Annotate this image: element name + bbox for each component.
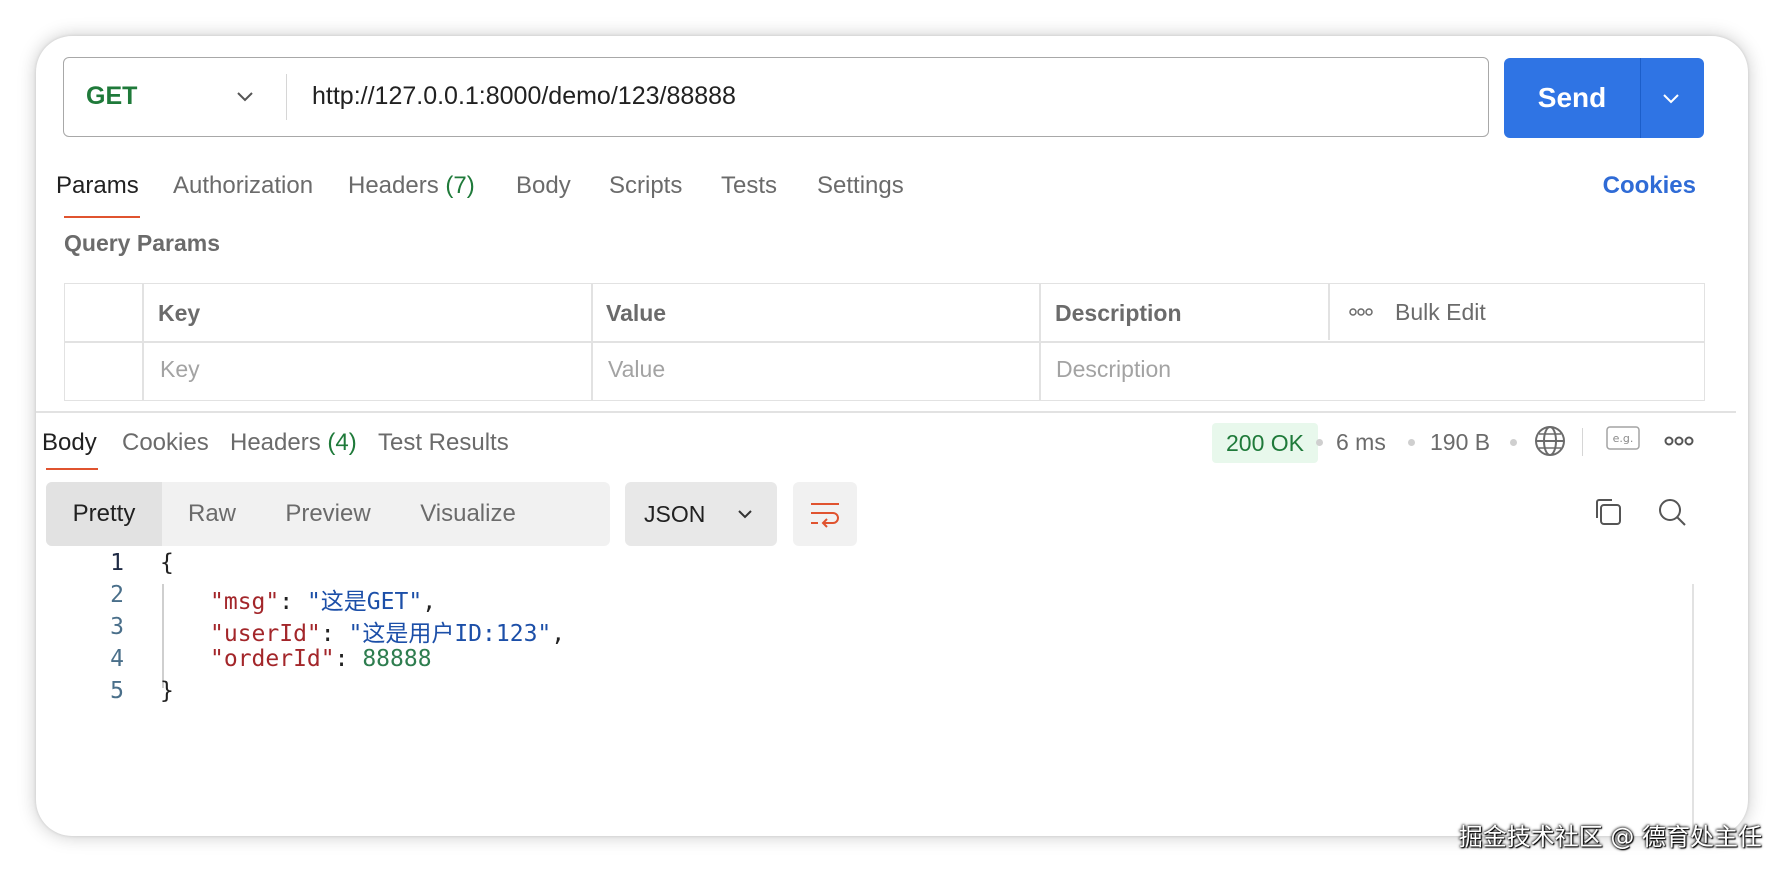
svg-text:e.g.: e.g. xyxy=(1613,432,1634,445)
response-size[interactable]: 190 B xyxy=(1430,429,1490,456)
response-tab-headers-label: Headers xyxy=(230,429,321,456)
json-number: 88888 xyxy=(362,646,432,672)
section-title: Query Params xyxy=(64,230,220,256)
send-options-chevron-icon[interactable] xyxy=(1660,87,1682,109)
line-number: 4 xyxy=(110,646,124,672)
bulk-edit-button[interactable]: Bulk Edit xyxy=(1395,299,1486,326)
json-string: "这是用户ID:123" xyxy=(348,621,552,647)
separator-dot xyxy=(1316,439,1323,446)
headers-count: (4) xyxy=(327,429,357,456)
divider xyxy=(1328,284,1330,340)
view-mode-pretty[interactable]: Pretty xyxy=(46,482,162,546)
response-tab-test-results[interactable]: Test Results xyxy=(378,429,509,457)
response-tab-cookies[interactable]: Cookies xyxy=(122,429,209,457)
response-body-editor[interactable]: 1 2 3 4 5 { "msg": "这是GET", "userId": "这… xyxy=(36,546,1686,836)
more-options-icon[interactable] xyxy=(1664,434,1694,448)
tab-scripts[interactable]: Scripts xyxy=(609,172,682,200)
request-panel: GET http://127.0.0.1:8000/demo/123/88888… xyxy=(36,36,1748,836)
cookies-link[interactable]: Cookies xyxy=(1603,172,1696,200)
line-number: 2 xyxy=(110,582,124,608)
divider xyxy=(1582,428,1583,456)
tab-body[interactable]: Body xyxy=(516,172,571,200)
search-icon[interactable] xyxy=(1656,496,1688,528)
divider xyxy=(36,411,1736,413)
code-line: { xyxy=(160,550,174,576)
view-mode-visualize[interactable]: Visualize xyxy=(394,482,542,546)
chevron-down-icon[interactable] xyxy=(234,85,256,107)
headers-count: (7) xyxy=(445,172,475,199)
copy-icon[interactable] xyxy=(1592,496,1624,528)
method-selector[interactable]: GET xyxy=(86,58,137,135)
tab-settings[interactable]: Settings xyxy=(817,172,904,200)
view-mode-switcher: Pretty Raw Preview Visualize xyxy=(46,482,610,546)
status-badge[interactable]: 200 OK xyxy=(1212,423,1318,463)
column-header-description: Description xyxy=(1055,300,1182,326)
query-params-table: Key Value Description Bulk Edit Key Valu… xyxy=(64,283,1705,401)
response-time[interactable]: 6 ms xyxy=(1336,429,1386,456)
description-input[interactable]: Description xyxy=(1056,356,1171,383)
code-line: } xyxy=(160,678,174,704)
format-select[interactable]: JSON xyxy=(625,482,777,546)
watermark: 掘金技术社区 @ 德育处主任 xyxy=(1458,823,1762,851)
response-tab-headers[interactable]: Headers (4) xyxy=(230,429,357,457)
divider xyxy=(1640,58,1641,138)
url-bar: GET http://127.0.0.1:8000/demo/123/88888 xyxy=(63,57,1489,137)
chevron-down-icon xyxy=(738,510,752,519)
json-key: "orderId" xyxy=(210,646,335,672)
divider xyxy=(142,284,144,400)
wrap-lines-button[interactable] xyxy=(793,482,857,546)
tab-authorization[interactable]: Authorization xyxy=(173,172,313,200)
json-punct: , xyxy=(422,589,437,615)
wrap-lines-icon xyxy=(811,503,839,528)
divider xyxy=(65,341,1704,343)
active-tab-indicator xyxy=(64,216,140,218)
column-header-value: Value xyxy=(606,300,667,326)
separator-dot xyxy=(1510,439,1517,446)
tab-headers-label: Headers xyxy=(348,172,439,199)
column-header-key: Key xyxy=(158,300,201,326)
code-line: "orderId": 88888 xyxy=(210,646,432,672)
tab-headers[interactable]: Headers (7) xyxy=(348,172,475,200)
divider xyxy=(286,74,287,120)
send-button-group: Send xyxy=(1504,58,1704,138)
tab-params[interactable]: Params xyxy=(56,172,139,200)
separator-dot xyxy=(1408,439,1415,446)
format-select-value: JSON xyxy=(644,501,706,527)
key-input[interactable]: Key xyxy=(160,356,200,383)
line-number: 1 xyxy=(110,550,124,576)
line-number: 5 xyxy=(110,678,124,704)
divider xyxy=(591,284,593,400)
scrollbar[interactable] xyxy=(1692,584,1694,836)
value-input[interactable]: Value xyxy=(608,356,665,383)
json-key: "msg" xyxy=(210,589,280,615)
json-key: "userId" xyxy=(210,621,321,647)
json-punct: , xyxy=(551,621,566,647)
send-button[interactable]: Send xyxy=(1504,58,1640,138)
active-tab-indicator xyxy=(46,468,98,470)
code-line: "userId": "这是用户ID:123", xyxy=(210,621,566,647)
url-input[interactable]: http://127.0.0.1:8000/demo/123/88888 xyxy=(312,58,736,135)
response-tab-body[interactable]: Body xyxy=(42,429,97,457)
more-options-icon[interactable] xyxy=(1348,304,1374,320)
divider xyxy=(1039,284,1041,400)
indent-guide xyxy=(162,584,164,688)
line-number: 3 xyxy=(110,614,124,640)
code-line: "msg": "这是GET", xyxy=(210,589,437,615)
save-as-example-icon[interactable]: e.g. xyxy=(1606,426,1640,450)
globe-icon[interactable] xyxy=(1533,424,1567,458)
view-mode-preview[interactable]: Preview xyxy=(262,482,394,546)
json-string: "这是GET" xyxy=(306,589,423,615)
tab-tests[interactable]: Tests xyxy=(721,172,777,200)
view-mode-raw[interactable]: Raw xyxy=(162,482,262,546)
